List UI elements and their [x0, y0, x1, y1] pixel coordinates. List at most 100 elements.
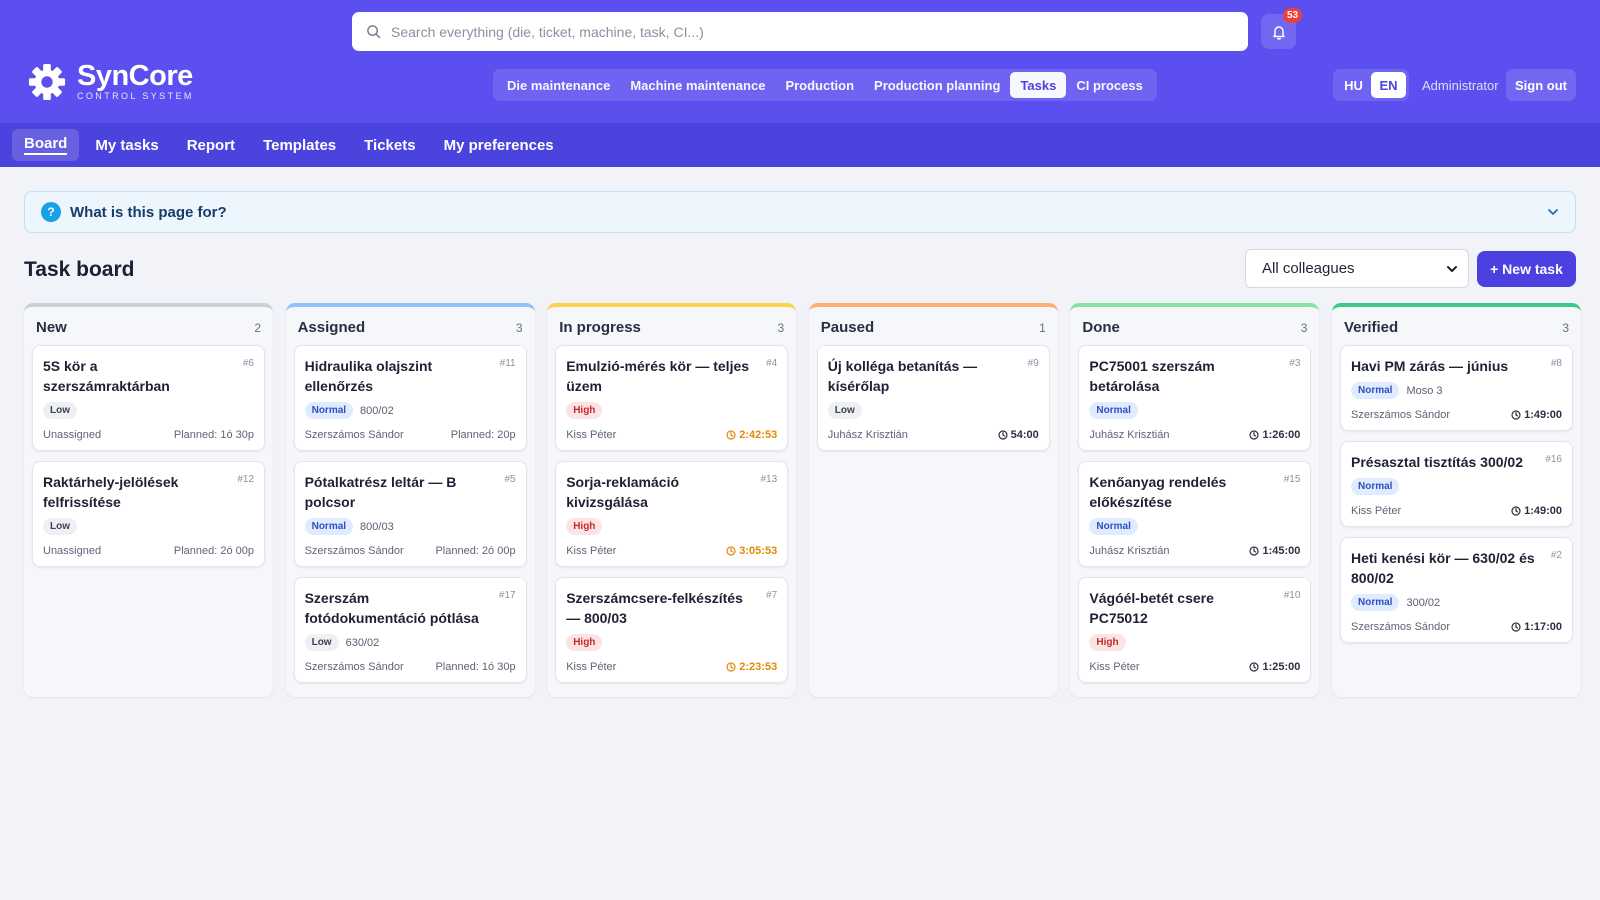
task-title: Sorja-reklamáció kivizsgálása: [566, 474, 680, 510]
task-footer: Szerszámos Sándor 1:49:00: [1351, 409, 1562, 421]
task-title: Hidraulika olajszint ellenőrzés: [304, 358, 433, 394]
assignee: Unassigned: [43, 545, 102, 557]
running-timer: 3:05:53: [726, 545, 777, 557]
task-card[interactable]: Hidraulika olajszint ellenőrzés #11 Normal…: [293, 345, 527, 451]
bell-icon: [1272, 25, 1285, 40]
module-production-planning[interactable]: Production planning: [864, 72, 1010, 98]
column-header: Paused 1: [821, 319, 1046, 336]
language-hu[interactable]: HU: [1336, 72, 1371, 98]
running-timer: 2:42:53: [726, 429, 777, 441]
module-nav: Die maintenance Machine maintenance Prod…: [493, 69, 1157, 101]
task-meta: Normal 300/02: [1351, 594, 1562, 611]
assignee: Juhász Krisztián: [827, 429, 908, 441]
task-id: #17: [498, 590, 516, 601]
app-logo[interactable]: SynCore CONTROL SYSTEM: [28, 62, 194, 101]
task-card[interactable]: Szerszám fotódokumentáció pótlása #17 Low 6…: [293, 577, 527, 683]
language-en[interactable]: EN: [1371, 72, 1406, 98]
column-title: Verified: [1344, 319, 1399, 336]
planned-time: Planned: 20p: [450, 429, 516, 441]
page-help-panel[interactable]: ? What is this page for?: [24, 191, 1576, 233]
tab-tickets[interactable]: Tickets: [352, 129, 427, 161]
task-card[interactable]: Kenőanyag rendelés előkészítése #15 Normal…: [1078, 461, 1312, 567]
search-input[interactable]: [391, 23, 1231, 40]
clock-icon: [1511, 622, 1521, 632]
chevron-down-icon: [1447, 266, 1457, 272]
tab-templates[interactable]: Templates: [251, 129, 348, 161]
machine-label: 800/02: [360, 404, 394, 417]
task-card[interactable]: Havi PM zárás — június #8 Normal Moso 3 Szer…: [1340, 345, 1573, 431]
task-meta: Low: [43, 402, 254, 419]
top-bar: 53 SynCore CONTROL SYSTEM Die maintenanc…: [0, 0, 1600, 123]
module-tasks[interactable]: Tasks: [1010, 72, 1067, 98]
column-title: Done: [1082, 319, 1120, 336]
tab-my-tasks[interactable]: My tasks: [83, 129, 170, 161]
task-card[interactable]: Heti kenési kör — 630/02 és 800/02 #2 Norm…: [1340, 537, 1573, 643]
task-title: Havi PM zárás — június: [1351, 358, 1509, 374]
task-card[interactable]: Pótalkatrész leltár — B polcsor #5 Normal 8…: [293, 461, 527, 567]
task-card[interactable]: PC75001 szerszám betárolása #3 Normal Juhás…: [1078, 345, 1312, 451]
priority-badge: Normal: [304, 402, 354, 419]
elapsed-time: 1:26:00: [1249, 429, 1300, 441]
elapsed-time: 1:49:00: [1511, 409, 1562, 421]
task-id: #7: [766, 590, 778, 601]
priority-badge: Normal: [1089, 518, 1138, 535]
task-id: #9: [1027, 358, 1039, 369]
task-title: Heti kenési kör — 630/02 és 800/02: [1351, 550, 1535, 586]
task-meta: Normal 800/03: [304, 518, 516, 535]
tab-report[interactable]: Report: [175, 129, 247, 161]
global-search[interactable]: [352, 12, 1248, 51]
task-footer: Unassigned Planned: 1ó 30p: [43, 429, 254, 441]
logo-title: SynCore: [77, 60, 193, 92]
priority-badge: Low: [43, 402, 77, 419]
new-task-button[interactable]: + New task: [1477, 251, 1576, 287]
task-footer: Kiss Péter 2:23:53: [566, 661, 777, 673]
colleague-filter-select[interactable]: All colleagues: [1245, 249, 1469, 288]
task-footer: Juhász Krisztián 1:45:00: [1089, 545, 1300, 557]
task-card[interactable]: Szerszámcsere-felkészítés — 800/03 #7 High…: [555, 577, 789, 683]
task-id: #2: [1550, 550, 1562, 561]
column-header: Assigned 3: [298, 319, 523, 336]
assignee: Juhász Krisztián: [1089, 545, 1170, 557]
task-card[interactable]: Raktárhely-jelölések felfrissítése #12 Low…: [32, 461, 265, 567]
column-count: 3: [1562, 320, 1569, 335]
priority-badge: Normal: [1351, 594, 1400, 611]
module-production[interactable]: Production: [775, 72, 864, 98]
tab-board[interactable]: Board: [12, 129, 80, 161]
clock-icon: [1249, 430, 1260, 440]
task-footer: Szerszámos Sándor Planned: 2ó 00p: [305, 545, 516, 557]
card-list: Havi PM zárás — június #8 Normal Moso 3 Szer…: [1340, 345, 1573, 653]
priority-badge: Low: [43, 518, 77, 535]
task-card[interactable]: Új kolléga betanítás — kísérőlap #9 Low Juh…: [816, 345, 1050, 451]
task-id: #8: [1550, 358, 1562, 369]
column-count: 3: [515, 320, 523, 335]
elapsed-time: 1:49:00: [1511, 505, 1562, 517]
planned-time: Planned: 2ó 00p: [173, 545, 254, 557]
card-list: Hidraulika olajszint ellenőrzés #11 Normal…: [293, 345, 527, 693]
module-machine-maintenance[interactable]: Machine maintenance: [620, 72, 775, 98]
task-card[interactable]: Sorja-reklamáció kivizsgálása #13 High Kiss…: [555, 461, 789, 567]
column-count: 3: [777, 320, 785, 335]
task-card[interactable]: 5S kör a szerszámraktárban #6 Low Unassigne…: [32, 345, 265, 451]
task-meta: Normal: [1351, 478, 1562, 495]
priority-badge: Low: [304, 634, 339, 651]
sign-out-button[interactable]: Sign out: [1506, 69, 1576, 101]
task-card[interactable]: Présasztal tisztítás 300/02 #16 Normal Kiss…: [1340, 441, 1573, 527]
column-in-progress: In progress 3 Emulzió-mérés kör — teljes ü…: [547, 303, 797, 697]
task-title: Új kolléga betanítás — kísérőlap: [827, 358, 978, 394]
task-card[interactable]: Vágóél-betét csere PC75012 #10 High Kiss Pé…: [1078, 577, 1312, 683]
task-title: Vágóél-betét csere PC75012: [1089, 590, 1214, 626]
column-count: 1: [1039, 320, 1046, 335]
module-ci-process[interactable]: CI process: [1066, 72, 1152, 98]
assignee: Kiss Péter: [566, 661, 617, 673]
column-header: Done 3: [1082, 319, 1307, 336]
module-die-maintenance[interactable]: Die maintenance: [497, 72, 620, 98]
assignee: Kiss Péter: [566, 429, 617, 441]
assignee: Kiss Péter: [566, 545, 617, 557]
language-switch: HU EN: [1333, 69, 1409, 101]
assignee: Szerszámos Sándor: [304, 661, 404, 673]
task-title: Pótalkatrész leltár — B polcsor: [304, 474, 457, 510]
card-list: Új kolléga betanítás — kísérőlap #9 Low Juh…: [816, 345, 1050, 461]
task-footer: Kiss Péter 1:25:00: [1089, 661, 1300, 673]
tab-my-preferences[interactable]: My preferences: [432, 129, 566, 161]
task-card[interactable]: Emulzió-mérés kör — teljes üzem #4 High Kis…: [555, 345, 789, 451]
